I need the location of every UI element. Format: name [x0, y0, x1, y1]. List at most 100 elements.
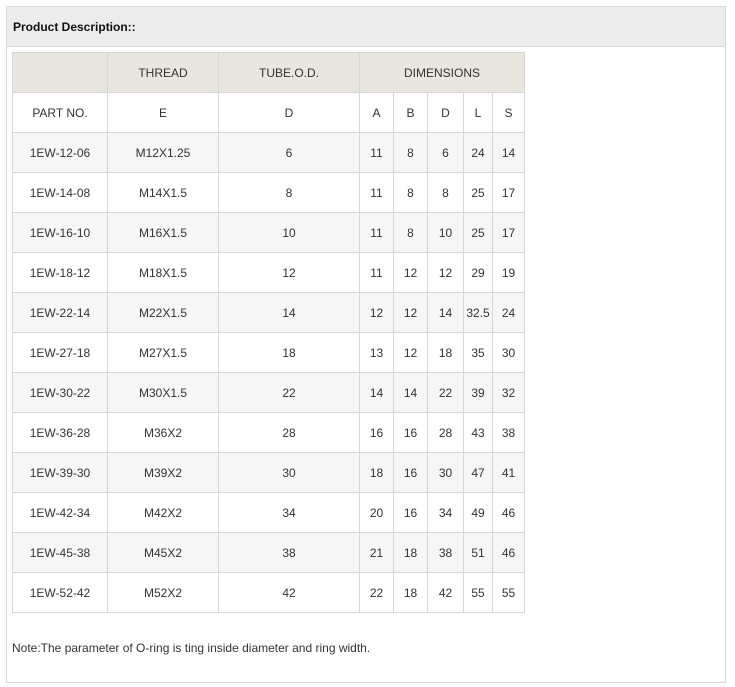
- dim-a-cell: 20: [359, 492, 394, 533]
- header-s: S: [492, 92, 525, 133]
- dim-b-cell: 8: [393, 132, 428, 173]
- tube-od-cell: 14: [218, 292, 360, 333]
- dim-d-cell: 38: [427, 532, 464, 573]
- dim-a-cell: 12: [359, 292, 394, 333]
- dim-d-cell: 30: [427, 452, 464, 493]
- table-row: 1EW-18-12 M18X1.5 12 11 12 12 29 19: [12, 252, 525, 293]
- dim-a-cell: 11: [359, 132, 394, 173]
- dim-l-cell: 32.5: [463, 292, 493, 333]
- dim-s-cell: 17: [492, 172, 525, 213]
- dim-s-cell: 14: [492, 132, 525, 173]
- section-title: Product Description::: [7, 7, 725, 47]
- dim-a-cell: 18: [359, 452, 394, 493]
- tube-od-cell: 34: [218, 492, 360, 533]
- dim-s-cell: 24: [492, 292, 525, 333]
- dim-l-cell: 35: [463, 332, 493, 373]
- dim-a-cell: 13: [359, 332, 394, 373]
- dim-l-cell: 25: [463, 212, 493, 253]
- part-no-cell: 1EW-22-14: [12, 292, 108, 333]
- dimensions-table: THREAD TUBE.O.D. DIMENSIONS PART NO. E D…: [12, 52, 525, 613]
- thread-cell: M16X1.5: [107, 212, 219, 253]
- dim-a-cell: 21: [359, 532, 394, 573]
- table-row: 1EW-16-10 M16X1.5 10 11 8 10 25 17: [12, 212, 525, 253]
- table-row: 1EW-12-06 M12X1.25 6 11 8 6 24 14: [12, 132, 525, 173]
- part-no-cell: 1EW-16-10: [12, 212, 108, 253]
- dim-s-cell: 46: [492, 492, 525, 533]
- dim-d-cell: 28: [427, 412, 464, 453]
- dim-a-cell: 11: [359, 172, 394, 213]
- tube-od-cell: 6: [218, 132, 360, 173]
- dim-b-cell: 18: [393, 572, 428, 613]
- tube-od-cell: 12: [218, 252, 360, 293]
- dim-d-cell: 12: [427, 252, 464, 293]
- dim-l-cell: 47: [463, 452, 493, 493]
- header-part-no: PART NO.: [12, 92, 108, 133]
- thread-cell: M14X1.5: [107, 172, 219, 213]
- tube-od-cell: 10: [218, 212, 360, 253]
- dim-b-cell: 8: [393, 172, 428, 213]
- header-d: D: [218, 92, 360, 133]
- part-no-cell: 1EW-42-34: [12, 492, 108, 533]
- thread-cell: M27X1.5: [107, 332, 219, 373]
- dim-b-cell: 16: [393, 452, 428, 493]
- dim-s-cell: 19: [492, 252, 525, 293]
- thread-cell: M52X2: [107, 572, 219, 613]
- tube-od-cell: 8: [218, 172, 360, 213]
- tube-od-cell: 42: [218, 572, 360, 613]
- table-row: 1EW-14-08 M14X1.5 8 11 8 8 25 17: [12, 172, 525, 213]
- dim-a-cell: 14: [359, 372, 394, 413]
- dim-a-cell: 16: [359, 412, 394, 453]
- table-row: 1EW-30-22 M30X1.5 22 14 14 22 39 32: [12, 372, 525, 413]
- part-no-cell: 1EW-12-06: [12, 132, 108, 173]
- thread-cell: M42X2: [107, 492, 219, 533]
- note-text: Note:The parameter of O-ring is ting ins…: [12, 641, 371, 655]
- dim-b-cell: 16: [393, 412, 428, 453]
- header-a: A: [359, 92, 394, 133]
- dim-l-cell: 24: [463, 132, 493, 173]
- part-no-cell: 1EW-45-38: [12, 532, 108, 573]
- table-subheader-row: PART NO. E D A B D L S: [12, 92, 525, 133]
- header-b: B: [393, 92, 428, 133]
- dim-s-cell: 55: [492, 572, 525, 613]
- part-no-cell: 1EW-30-22: [12, 372, 108, 413]
- dim-l-cell: 43: [463, 412, 493, 453]
- table-row: 1EW-42-34 M42X2 34 20 16 34 49 46: [12, 492, 525, 533]
- header-tube-od: TUBE.O.D.: [218, 52, 360, 93]
- part-no-cell: 1EW-36-28: [12, 412, 108, 453]
- dim-s-cell: 32: [492, 372, 525, 413]
- thread-cell: M45X2: [107, 532, 219, 573]
- dim-b-cell: 8: [393, 212, 428, 253]
- tube-od-cell: 30: [218, 452, 360, 493]
- header-l: L: [463, 92, 493, 133]
- dim-l-cell: 29: [463, 252, 493, 293]
- dim-l-cell: 25: [463, 172, 493, 213]
- part-no-cell: 1EW-39-30: [12, 452, 108, 493]
- dim-b-cell: 12: [393, 252, 428, 293]
- dim-d-cell: 6: [427, 132, 464, 173]
- part-no-cell: 1EW-52-42: [12, 572, 108, 613]
- table-row: 1EW-52-42 M52X2 42 22 18 42 55 55: [12, 572, 525, 613]
- dim-a-cell: 11: [359, 212, 394, 253]
- table-row: 1EW-45-38 M45X2 38 21 18 38 51 46: [12, 532, 525, 573]
- dim-a-cell: 11: [359, 252, 394, 293]
- thread-cell: M12X1.25: [107, 132, 219, 173]
- thread-cell: M36X2: [107, 412, 219, 453]
- header-dimensions: DIMENSIONS: [359, 52, 525, 93]
- thread-cell: M30X1.5: [107, 372, 219, 413]
- thread-cell: M18X1.5: [107, 252, 219, 293]
- dim-s-cell: 46: [492, 532, 525, 573]
- header-empty-cell: [12, 52, 108, 93]
- dim-s-cell: 38: [492, 412, 525, 453]
- table-row: 1EW-39-30 M39X2 30 18 16 30 47 41: [12, 452, 525, 493]
- dim-b-cell: 12: [393, 292, 428, 333]
- tube-od-cell: 38: [218, 532, 360, 573]
- table-row: 1EW-22-14 M22X1.5 14 12 12 14 32.5 24: [12, 292, 525, 333]
- dim-l-cell: 51: [463, 532, 493, 573]
- dim-l-cell: 55: [463, 572, 493, 613]
- header-thread: THREAD: [107, 52, 219, 93]
- dim-b-cell: 12: [393, 332, 428, 373]
- dim-b-cell: 16: [393, 492, 428, 533]
- dim-d-cell: 10: [427, 212, 464, 253]
- dim-b-cell: 18: [393, 532, 428, 573]
- part-no-cell: 1EW-18-12: [12, 252, 108, 293]
